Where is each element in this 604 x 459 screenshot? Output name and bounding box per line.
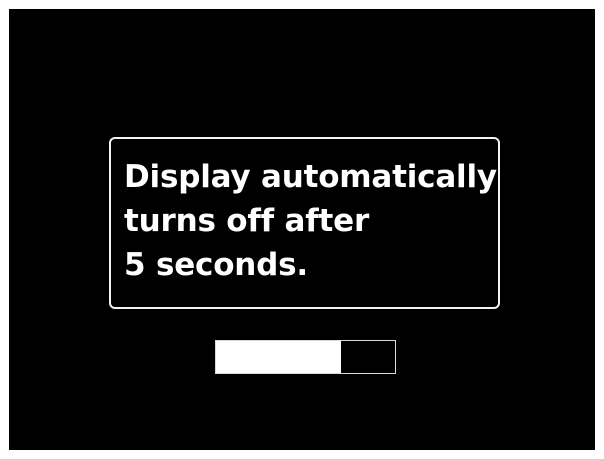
message-line-3: 5 seconds. xyxy=(124,247,309,283)
display-screen: Display automatically turns off after 5 … xyxy=(9,9,595,450)
countdown-progress-fill xyxy=(216,341,342,373)
countdown-progress-bar xyxy=(215,340,396,374)
auto-off-message: Display automatically turns off after 5 … xyxy=(124,155,497,287)
message-line-1: Display automatically xyxy=(124,159,497,195)
auto-off-message-dialog: Display automatically turns off after 5 … xyxy=(109,137,500,309)
message-line-2: turns off after xyxy=(124,203,370,239)
